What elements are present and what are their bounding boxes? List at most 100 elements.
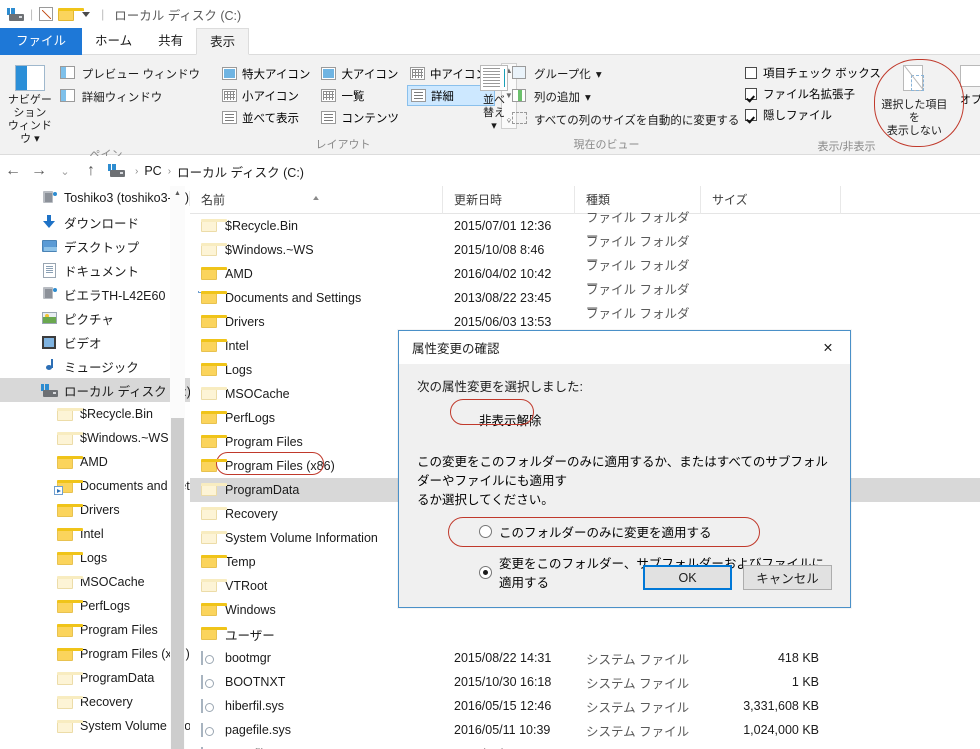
tab-view[interactable]: 表示	[196, 28, 250, 55]
table-row[interactable]: bootmgr 2015/08/22 14:31 システム ファイル 418 KB	[190, 646, 980, 670]
document-icon	[42, 262, 56, 278]
navigation-pane-chevron-down-icon[interactable]: ▾	[34, 133, 40, 145]
tree-item[interactable]: ピクチャ	[0, 306, 190, 330]
folder-hidden-icon	[57, 575, 83, 589]
forward-button[interactable]: →	[26, 158, 52, 184]
column-header-name[interactable]: 名前	[190, 186, 443, 214]
hide-selected-items-button[interactable]: 選択した項目を 表示しない	[881, 59, 948, 138]
tab-home[interactable]: ホーム	[82, 28, 145, 55]
tree-item[interactable]: $Windows.~WS	[0, 426, 190, 450]
tree-item[interactable]: Recovery	[0, 690, 190, 714]
table-row[interactable]: pagefile.sys 2016/05/11 10:39 システム ファイル 1,0…	[190, 718, 980, 742]
tree-item-label: ピクチャ	[64, 312, 114, 327]
cancel-button[interactable]: キャンセル	[743, 565, 832, 590]
tree-item[interactable]: Intel	[0, 522, 190, 546]
tree-item[interactable]: AMD	[0, 450, 190, 474]
tab-file[interactable]: ファイル	[0, 28, 83, 55]
tree-item[interactable]: ProgramData	[0, 666, 190, 690]
system-file-icon	[201, 723, 203, 737]
tree-item[interactable]: ミュージック	[0, 354, 190, 378]
table-row[interactable]: ユーザー	[190, 622, 980, 646]
new-folder-icon[interactable]	[57, 5, 85, 23]
tree-item-icon	[56, 406, 83, 422]
navigation-pane-button[interactable]: ナビゲーション ウィンドウ ▾	[6, 60, 54, 146]
file-name: VTRoot	[225, 579, 268, 593]
add-columns-button[interactable]: 列の追加 ▾	[510, 86, 745, 107]
tree-item[interactable]: デスクトップ	[0, 234, 190, 258]
tree-item[interactable]: $Recycle.Bin	[0, 402, 190, 426]
tree-item[interactable]: Program Files	[0, 618, 190, 642]
item-check-boxes-checkbox[interactable]: 項目チェック ボックス	[745, 62, 881, 83]
view-large-icons[interactable]: 大アイコン	[318, 63, 407, 84]
back-button[interactable]: ←	[0, 158, 26, 184]
ok-button[interactable]: OK	[643, 565, 732, 590]
tree-item[interactable]: Toshiko3 (toshiko3-pc)⌃	[0, 186, 190, 210]
scrollbar-thumb[interactable]	[171, 418, 184, 749]
tree-item[interactable]: ドキュメント	[0, 258, 190, 282]
checkbox-box	[745, 108, 757, 121]
hidden-items-label: 隠しファイル	[763, 109, 832, 122]
tree-item[interactable]: Logs	[0, 546, 190, 570]
close-icon[interactable]: ✕	[806, 331, 850, 364]
tree-item-icon	[40, 310, 58, 326]
sort-by-chevron-down-icon[interactable]: ▾	[491, 120, 497, 132]
radio-this-folder-only[interactable]: このフォルダーのみに変更を適用する	[479, 522, 832, 541]
navigation-pane-icon	[14, 65, 45, 91]
tree-item[interactable]: ローカル ディスク (C:)	[0, 378, 190, 402]
tree-item[interactable]: ダウンロード	[0, 210, 190, 234]
file-icon	[201, 507, 227, 521]
breadcrumb-item-pc[interactable]: PC	[144, 164, 161, 178]
view-small-icons[interactable]: 小アイコン	[219, 85, 318, 106]
file-name-extensions-checkbox[interactable]: ファイル名拡張子	[745, 83, 881, 104]
content-icon	[321, 111, 337, 124]
preview-pane-button[interactable]: プレビュー ウィンドウ	[58, 63, 206, 84]
size-all-columns-button[interactable]: すべての列のサイズを自動的に変更する	[510, 109, 745, 130]
navigation-pane-scrollbar[interactable]: ▲	[170, 186, 185, 749]
column-header-size[interactable]: サイズ	[701, 186, 841, 214]
properties-icon[interactable]	[37, 5, 55, 23]
file-name: Drivers	[225, 315, 265, 329]
column-header-date[interactable]: 更新日時	[443, 186, 575, 214]
tree-item[interactable]: PerfLogs	[0, 594, 190, 618]
tiles-icon	[222, 111, 237, 124]
file-icon	[201, 555, 227, 569]
tree-item[interactable]: ビエラTH-L42E60	[0, 282, 190, 306]
hidden-items-checkbox[interactable]: 隠しファイル	[745, 104, 881, 125]
breadcrumb-item-local-disk[interactable]: ローカル ディスク (C:)	[177, 162, 304, 181]
video-icon	[42, 335, 56, 349]
folder-hidden-icon	[57, 671, 83, 685]
file-icon	[201, 219, 227, 233]
view-extra-large-icons[interactable]: 特大アイコン	[219, 63, 318, 84]
scroll-up-arrow-icon[interactable]: ▲	[170, 186, 185, 201]
ribbon: ナビゲーション ウィンドウ ▾ プレビュー ウィンドウ 詳細ウィンドウ ペイン …	[0, 55, 980, 161]
file-name: $Windows.~WS	[225, 243, 314, 257]
view-list[interactable]: 一覧	[318, 85, 407, 106]
column-header-type[interactable]: 種類	[575, 186, 701, 214]
table-row[interactable]: swapfile.sys2016/05/11 10:39システム ファイル16,…	[190, 742, 980, 749]
tree-item[interactable]: Program Files (x86)	[0, 642, 190, 666]
view-content[interactable]: コンテンツ	[318, 107, 407, 128]
add-columns-chevron-down-icon[interactable]: ▾	[585, 90, 591, 104]
tab-share[interactable]: 共有	[145, 28, 196, 55]
file-name: System Volume Information	[225, 531, 378, 545]
breadcrumb[interactable]: › PC › ローカル ディスク (C:)	[108, 160, 972, 183]
details-pane-button[interactable]: 詳細ウィンドウ	[58, 86, 206, 107]
file-icon	[201, 723, 218, 737]
group-by-chevron-down-icon[interactable]: ▾	[596, 67, 602, 81]
tree-item[interactable]: System Volume Inform	[0, 714, 190, 738]
file-type: システム ファイル	[586, 700, 690, 715]
file-date: 2016/04/02 10:42	[454, 267, 552, 281]
recent-locations-chevron-down-icon[interactable]: ⌄	[52, 158, 78, 184]
tree-item[interactable]: Documents and Setti	[0, 474, 190, 498]
view-tiles[interactable]: 並べて表示	[219, 107, 318, 128]
file-icon	[201, 627, 227, 641]
sort-by-button[interactable]: 並べ替え ▾	[480, 60, 508, 133]
group-by-button[interactable]: グループ化 ▾	[510, 63, 745, 84]
tree-item[interactable]: MSOCache	[0, 570, 190, 594]
table-row[interactable]: hiberfil.sys 2016/05/15 12:46 システム ファイル 3,3…	[190, 694, 980, 718]
file-icon	[201, 387, 227, 401]
tree-item[interactable]: ビデオ	[0, 330, 190, 354]
up-button[interactable]: ↑	[78, 158, 104, 184]
tree-item[interactable]: Drivers	[0, 498, 190, 522]
table-row[interactable]: BOOTNXT 2015/10/30 16:18 システム ファイル 1 KB	[190, 670, 980, 694]
